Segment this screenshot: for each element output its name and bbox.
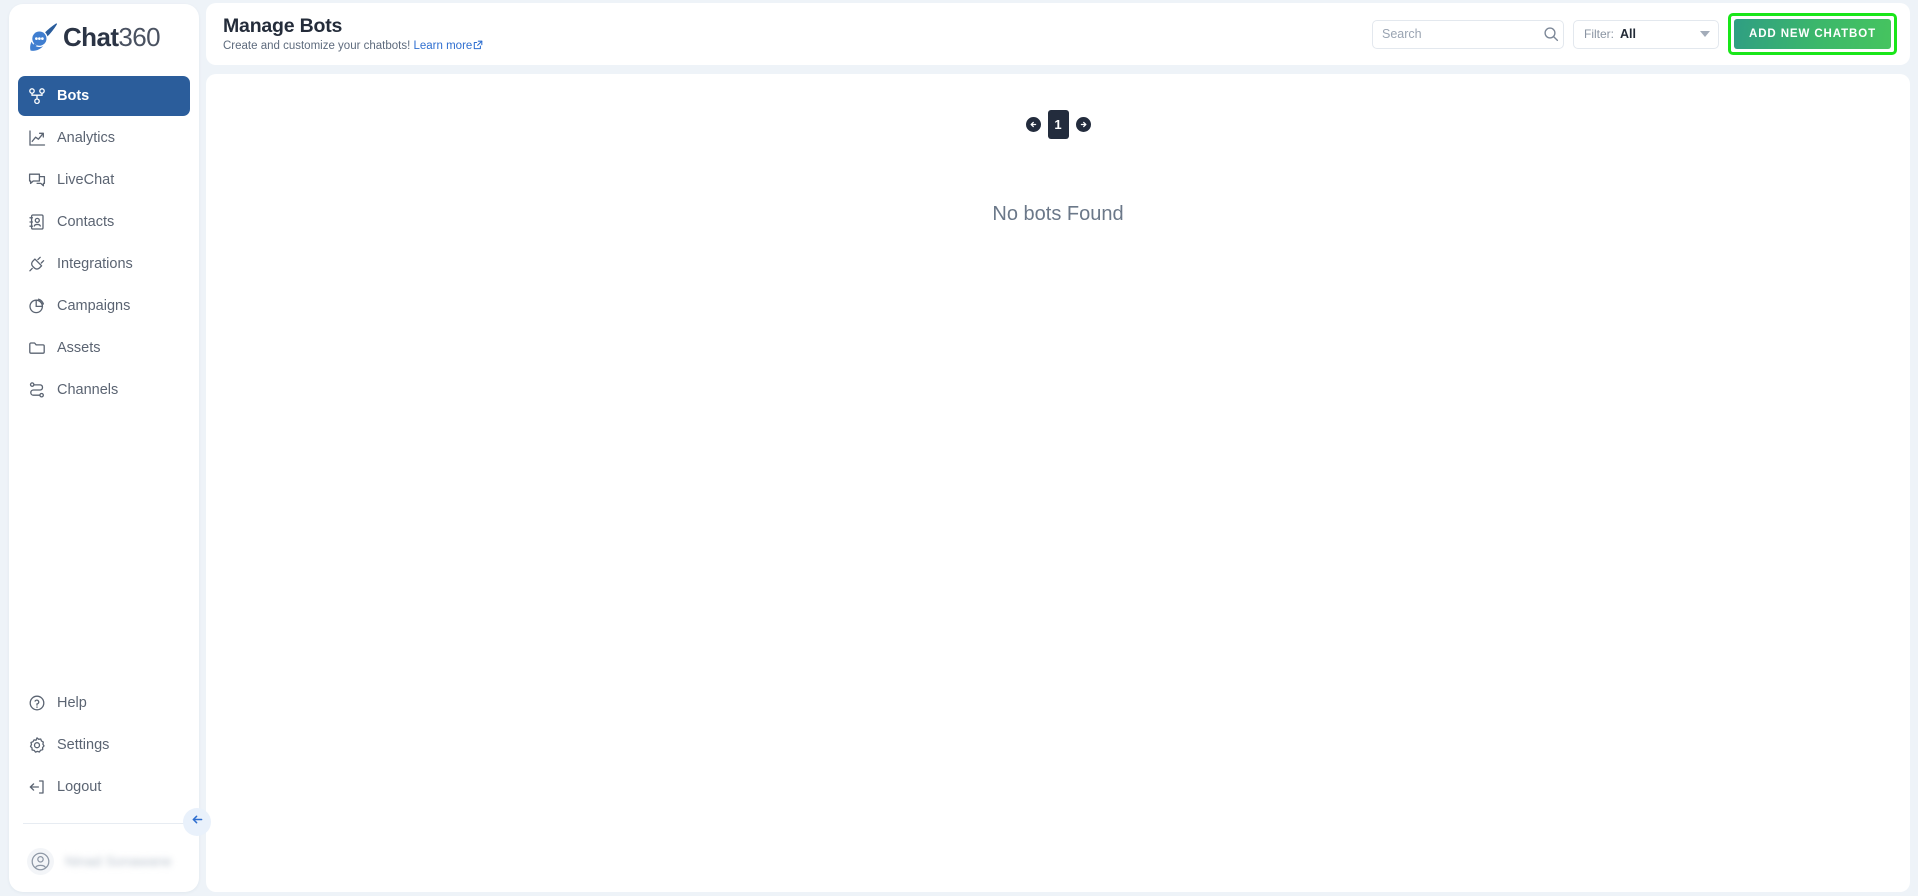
bots-network-icon — [27, 87, 46, 106]
chat-bubble-comet-icon — [26, 20, 60, 54]
external-link-icon — [473, 40, 483, 53]
page-subtitle-text: Create and customize your chatbots! — [223, 40, 411, 52]
sidebar-item-help[interactable]: Help — [18, 683, 190, 723]
header-titles: Manage Bots Create and customize your ch… — [223, 15, 483, 53]
sidebar-item-campaigns[interactable]: Campaigns — [18, 286, 190, 326]
brand-logo[interactable]: Chat360 — [9, 4, 199, 70]
sidebar-item-channels[interactable]: Channels — [18, 370, 190, 410]
header-actions: Filter: All ADD NEW CHATBOT — [1372, 13, 1897, 55]
chevron-down-icon — [1700, 31, 1710, 37]
arrow-left-icon — [190, 812, 205, 832]
sidebar-item-label: Settings — [57, 737, 110, 753]
sidebar-divider — [23, 823, 185, 824]
sidebar-item-label: Assets — [57, 340, 101, 356]
sidebar-item-label: Logout — [57, 779, 102, 795]
user-profile[interactable]: Ninad Sonawane — [9, 838, 199, 884]
search-box[interactable] — [1372, 19, 1564, 49]
sidebar: Chat360 Bots Analytics LiveChat Contacts… — [9, 4, 199, 892]
sidebar-item-label: Integrations — [57, 256, 133, 272]
empty-state-message: No bots Found — [992, 203, 1124, 225]
sidebar-item-label: Channels — [57, 382, 119, 398]
page-subtitle: Create and customize your chatbots! Lear… — [223, 40, 483, 53]
sidebar-item-integrations[interactable]: Integrations — [18, 244, 190, 284]
sidebar-item-bots[interactable]: Bots — [18, 76, 190, 116]
folder-icon — [27, 339, 46, 358]
sidebar-collapse-button[interactable] — [183, 808, 211, 836]
user-profile-name: Ninad Sonawane — [65, 853, 172, 869]
user-avatar-icon — [27, 847, 54, 875]
main-panel: 1 No bots Found — [206, 74, 1910, 892]
question-circle-icon — [27, 694, 46, 713]
add-new-chatbot-highlight: ADD NEW CHATBOT — [1728, 13, 1897, 55]
sidebar-item-label: Analytics — [57, 130, 116, 146]
search-icon[interactable] — [1543, 26, 1559, 42]
pagination-next-button[interactable] — [1075, 117, 1091, 132]
filter-label: Filter: — [1584, 27, 1614, 41]
page-header: Manage Bots Create and customize your ch… — [206, 3, 1910, 65]
channels-nodes-icon — [27, 381, 46, 400]
sidebar-bottom-nav: Help Settings Logout — [9, 683, 199, 807]
sidebar-item-analytics[interactable]: Analytics — [18, 118, 190, 158]
plug-icon — [27, 255, 46, 274]
logo-text-chat: Chat — [63, 22, 119, 52]
livechat-bubbles-icon — [27, 171, 46, 190]
sidebar-nav: Bots Analytics LiveChat Contacts Integra… — [9, 76, 199, 410]
search-input[interactable] — [1382, 27, 1543, 41]
sidebar-item-label: Help — [57, 695, 87, 711]
pagination-prev-button[interactable] — [1025, 117, 1041, 132]
logout-arrow-icon — [27, 778, 46, 797]
filter-dropdown[interactable]: Filter: All — [1573, 19, 1719, 49]
sidebar-item-label: Bots — [57, 88, 90, 104]
sidebar-item-label: Campaigns — [57, 298, 131, 314]
filter-value: All — [1620, 27, 1636, 41]
sidebar-item-contacts[interactable]: Contacts — [18, 202, 190, 242]
pie-chart-icon — [27, 297, 46, 316]
sidebar-item-livechat[interactable]: LiveChat — [18, 160, 190, 200]
sidebar-item-assets[interactable]: Assets — [18, 328, 190, 368]
sidebar-item-logout[interactable]: Logout — [18, 767, 190, 807]
sidebar-item-label: Contacts — [57, 214, 115, 230]
pagination-page-1[interactable]: 1 — [1047, 110, 1069, 139]
add-new-chatbot-button[interactable]: ADD NEW CHATBOT — [1734, 19, 1891, 49]
analytics-chart-icon — [27, 129, 46, 148]
sidebar-item-label: LiveChat — [57, 172, 115, 188]
app-root: Chat360 Bots Analytics LiveChat Contacts… — [0, 0, 1918, 896]
sidebar-item-settings[interactable]: Settings — [18, 725, 190, 765]
learn-more-link[interactable]: Learn more — [414, 40, 473, 52]
pagination: 1 — [1019, 74, 1097, 139]
logo-text-number: 360 — [118, 22, 160, 52]
gear-icon — [27, 736, 46, 755]
page-title: Manage Bots — [223, 15, 343, 37]
contacts-book-icon — [27, 213, 46, 232]
